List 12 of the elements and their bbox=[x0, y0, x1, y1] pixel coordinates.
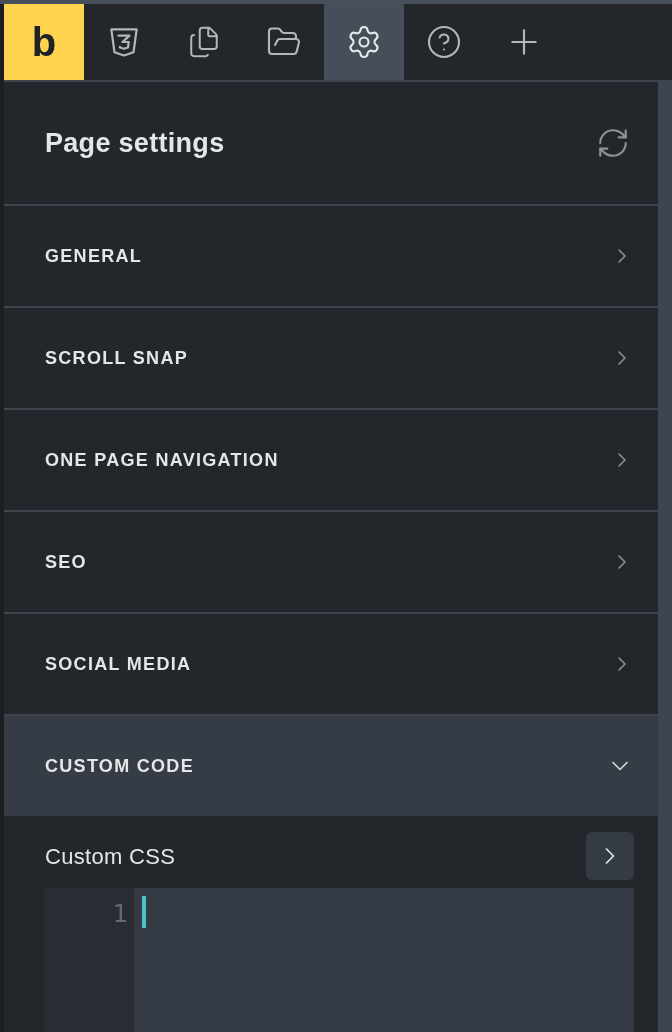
refresh-icon[interactable] bbox=[596, 126, 630, 160]
scrollbar-track[interactable] bbox=[658, 82, 672, 1032]
panel-title: Page settings bbox=[45, 126, 225, 160]
help-icon bbox=[426, 24, 462, 60]
field-label: Custom CSS bbox=[44, 842, 176, 871]
text-cursor-icon bbox=[142, 896, 146, 928]
logo[interactable]: b bbox=[4, 4, 84, 80]
toolbar-tab[interactable] bbox=[324, 4, 404, 80]
section-header[interactable]: CUSTOM CODE bbox=[4, 714, 658, 816]
documents-icon bbox=[187, 25, 221, 59]
line-number: 1 bbox=[112, 899, 128, 930]
settings-icon bbox=[346, 24, 382, 60]
